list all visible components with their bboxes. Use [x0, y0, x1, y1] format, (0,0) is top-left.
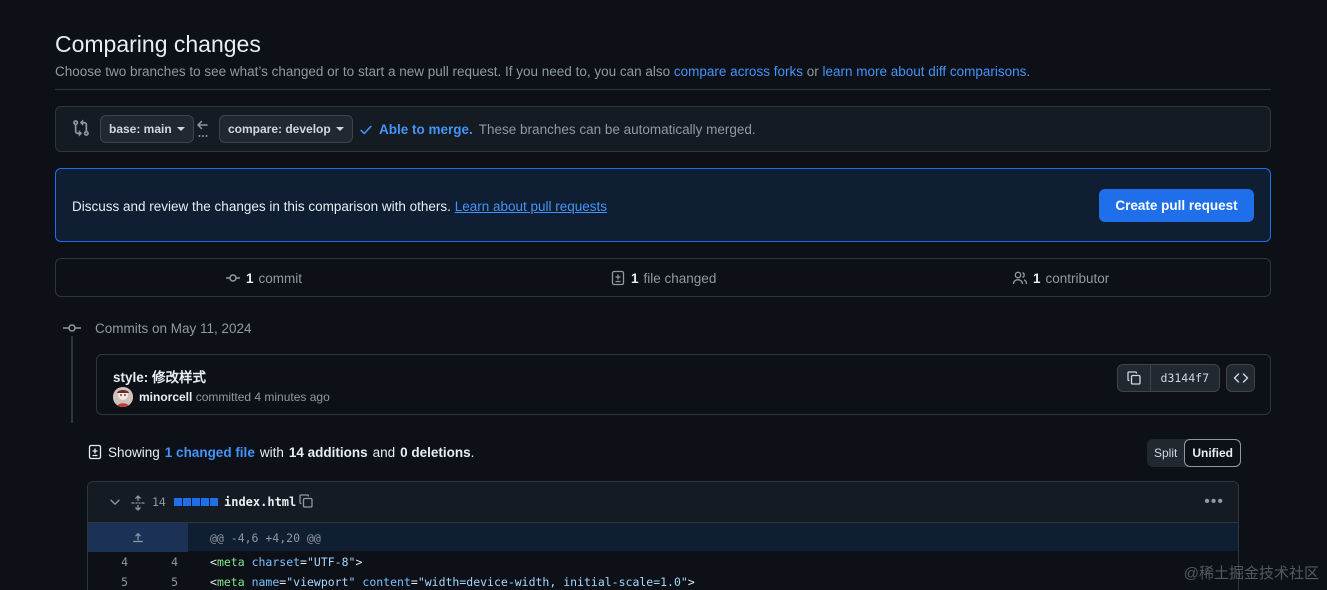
flash-text: Discuss and review the changes in this c…: [72, 199, 451, 214]
commit-message[interactable]: style: 修改样式: [113, 366, 206, 386]
file-name-link[interactable]: index.html: [224, 495, 296, 509]
learn-pull-requests-link[interactable]: Learn about pull requests: [455, 199, 607, 214]
file-diff: 14 index.html ••• @@ -4,6 +4,20 @@ 4 4 <…: [87, 481, 1239, 590]
commit-sha-link[interactable]: d3144f7: [1151, 365, 1219, 391]
copy-path-button[interactable]: [298, 493, 314, 509]
chevron-down-icon: [335, 127, 344, 131]
pull-request-flash: Discuss and review the changes in this c…: [55, 168, 1271, 242]
flash-message: Discuss and review the changes in this c…: [72, 199, 607, 214]
base-branch-label: base: main: [109, 122, 172, 136]
split-view-button[interactable]: Split: [1147, 439, 1184, 467]
old-line-number[interactable]: 5: [98, 575, 128, 589]
arrow-left-icon: [197, 120, 208, 137]
subtitle-or: or: [806, 64, 819, 79]
merge-status-strong: Able to merge.: [379, 122, 473, 137]
old-line-number[interactable]: 4: [98, 555, 128, 569]
page-subtitle: Choose two branches to see what’s change…: [55, 64, 1030, 79]
summary-with: with: [259, 444, 284, 460]
commit-sha-group: d3144f7: [1116, 364, 1220, 392]
expand-all-button[interactable]: [130, 495, 146, 511]
collapse-file-button[interactable]: [108, 495, 122, 509]
file-diff-icon: [611, 270, 625, 286]
git-commit-icon: [63, 320, 81, 336]
people-icon: [1012, 271, 1028, 285]
diff-line: 5 5 <meta name="viewport" content="width…: [88, 572, 1238, 590]
unified-view-button[interactable]: Unified: [1184, 439, 1242, 467]
git-compare-icon: [73, 119, 89, 137]
file-changes-count: 14: [152, 495, 166, 509]
hunk-text: @@ -4,6 +4,20 @@: [210, 531, 321, 545]
commits-tab[interactable]: 1 commit: [225, 270, 302, 286]
summary-period: .: [470, 444, 475, 460]
commit-author[interactable]: minorcell: [139, 390, 192, 404]
expand-up-button[interactable]: [88, 523, 188, 552]
commits-count: 1: [246, 270, 254, 286]
diff-view-toggle: Split Unified: [1147, 439, 1242, 467]
page-title: Comparing changes: [55, 31, 261, 57]
contributors-count: 1: [1033, 270, 1041, 286]
subtitle-period: .: [1026, 64, 1031, 79]
create-pull-request-button[interactable]: Create pull request: [1099, 189, 1254, 222]
compare-branch-select[interactable]: compare: develop: [219, 115, 353, 143]
learn-diff-link[interactable]: learn more about diff comparisons: [823, 64, 1027, 79]
range-editor: base: main compare: develop Able to merg…: [55, 106, 1271, 152]
fold-up-icon: [133, 532, 143, 542]
chevron-down-icon: [110, 499, 120, 505]
additions-count: 14 additions: [288, 444, 368, 460]
files-changed-tab[interactable]: 1 file changed: [610, 270, 716, 286]
copy-icon: [1126, 371, 1141, 385]
line-code: <meta charset="UTF-8">: [210, 555, 363, 569]
commit-meta: minorcell committed 4 minutes ago: [139, 390, 330, 404]
changed-files-link[interactable]: 1 changed file: [165, 445, 255, 460]
check-icon: [360, 125, 372, 134]
line-code: <meta name="viewport" content="width=dev…: [210, 575, 695, 589]
kebab-menu-icon[interactable]: •••: [1204, 493, 1224, 511]
compare-forks-link[interactable]: compare across forks: [674, 64, 803, 79]
file-diff-icon: [88, 444, 102, 460]
copy-sha-button[interactable]: [1118, 365, 1151, 391]
subtitle-text: Choose two branches to see what’s change…: [55, 64, 671, 79]
diff-line: 4 4 <meta charset="UTF-8">: [88, 552, 1238, 572]
new-line-number[interactable]: 5: [148, 575, 178, 589]
new-line-number[interactable]: 4: [148, 555, 178, 569]
files-count: 1: [631, 270, 639, 286]
copy-icon: [299, 494, 313, 508]
base-branch-select[interactable]: base: main: [100, 115, 194, 143]
commits-label: commit: [258, 270, 303, 286]
commit-time: committed 4 minutes ago: [195, 390, 330, 404]
watermark: @稀土掘金技术社区: [1183, 565, 1319, 582]
commits-date-heading: Commits on May 11, 2024: [95, 321, 252, 336]
avatar[interactable]: [113, 387, 133, 407]
summary-and: and: [372, 444, 396, 460]
file-header: 14 index.html •••: [88, 482, 1238, 523]
browse-files-button[interactable]: [1226, 364, 1255, 392]
chevron-down-icon: [176, 127, 185, 131]
summary-prefix: Showing: [108, 444, 160, 460]
divider: [55, 89, 1271, 90]
code-icon: [1233, 373, 1248, 383]
contributors-tab[interactable]: 1 contributor: [1012, 270, 1109, 286]
merge-status: Able to merge. These branches can be aut…: [359, 122, 756, 137]
files-label: file changed: [643, 270, 717, 286]
diffstat-bar: [174, 498, 218, 506]
commit-item: style: 修改样式 minorcell committed 4 minute…: [96, 354, 1271, 415]
compare-branch-label: compare: develop: [228, 122, 331, 136]
git-commit-icon: [226, 274, 240, 282]
merge-status-text: These branches can be automatically merg…: [478, 122, 756, 137]
unfold-icon: [131, 495, 145, 511]
comparison-stats: 1 commit 1 file changed 1 contributor: [55, 258, 1271, 297]
contributors-label: contributor: [1045, 270, 1110, 286]
hunk-header: @@ -4,6 +4,20 @@: [88, 523, 1238, 552]
deletions-count: 0 deletions: [400, 444, 471, 460]
diff-summary: Showing 1 changed file with 14 additions…: [87, 444, 474, 460]
